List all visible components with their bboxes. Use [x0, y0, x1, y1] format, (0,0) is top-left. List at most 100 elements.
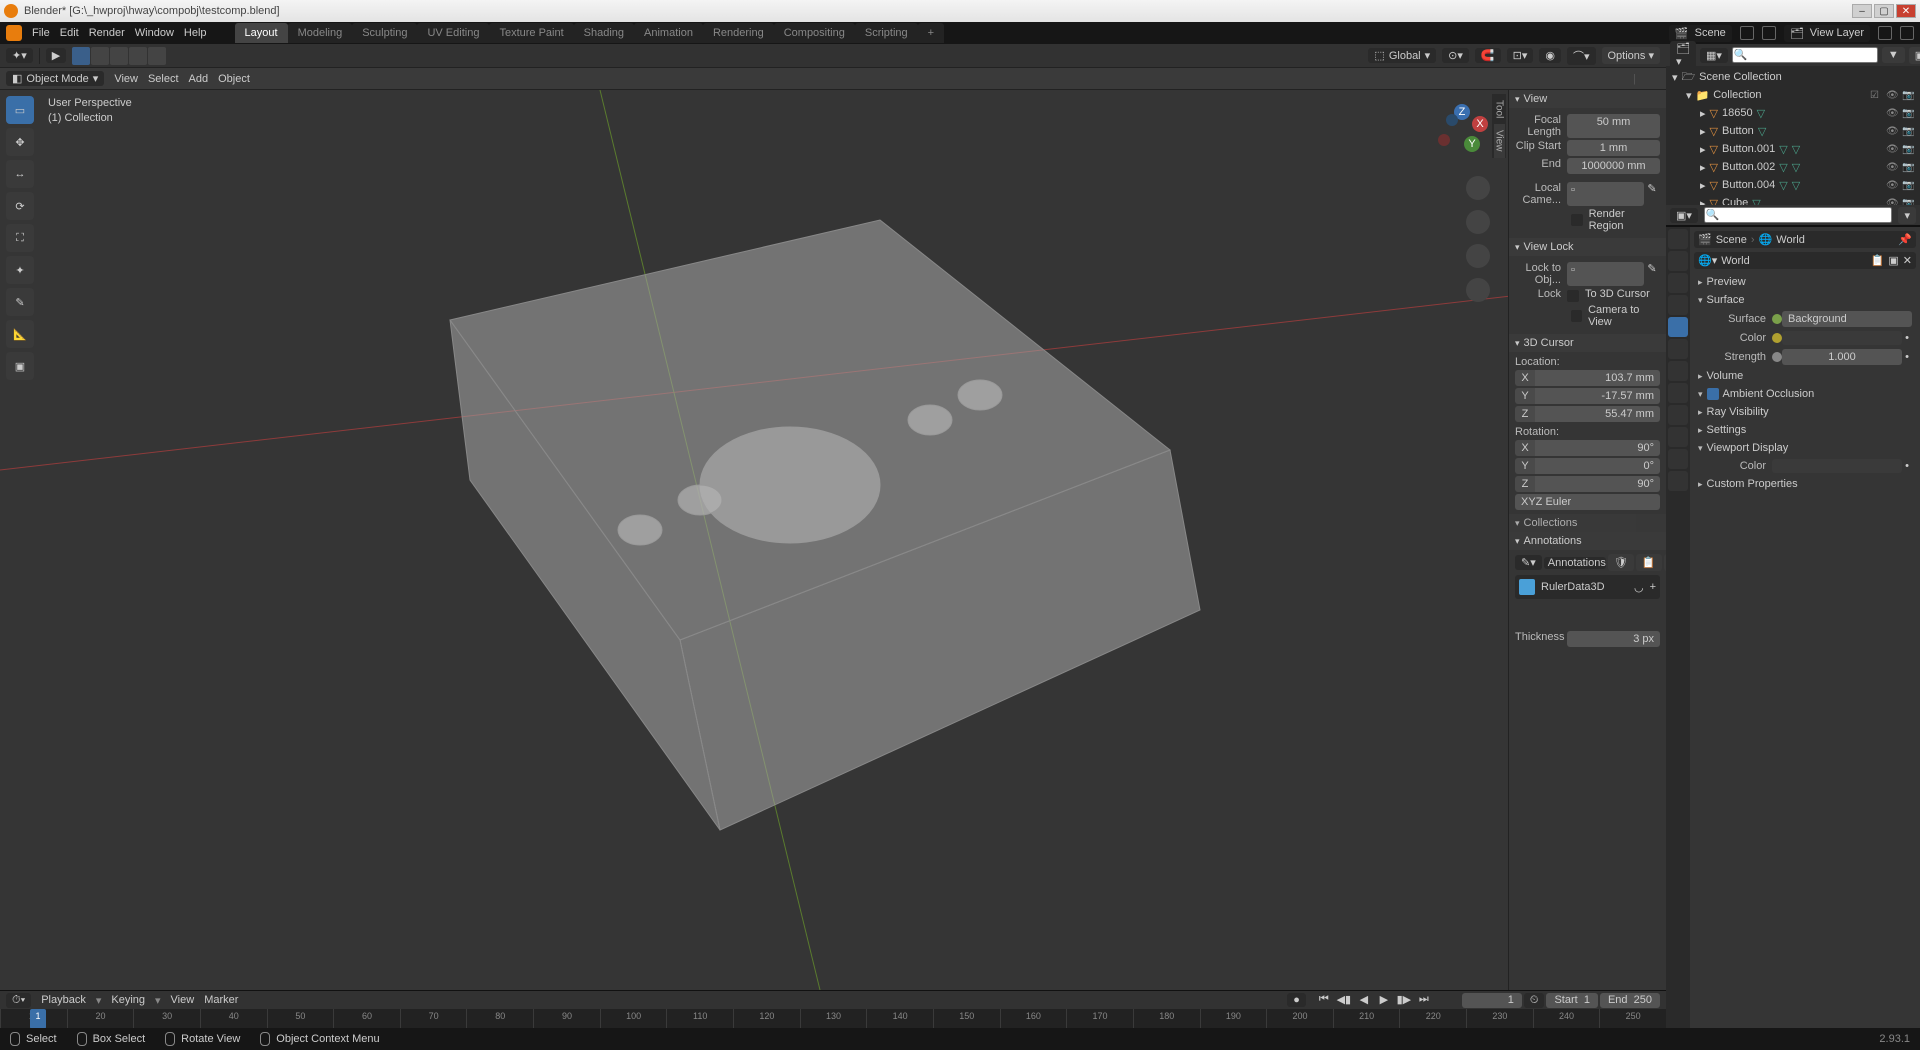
disable-render-icon[interactable]: 📷: [1902, 198, 1914, 206]
tab-uvediting[interactable]: UV Editing: [417, 23, 489, 43]
scene-new-button[interactable]: [1740, 26, 1754, 40]
pin-icon[interactable]: 📌: [1898, 233, 1912, 246]
hide-icon[interactable]: 👁: [1886, 144, 1898, 155]
menu-select[interactable]: Select: [148, 73, 179, 85]
editor-type-selector[interactable]: ✦▾: [6, 48, 33, 63]
hide-icon[interactable]: 👁: [1886, 162, 1898, 173]
current-frame-field[interactable]: 1: [1462, 993, 1522, 1008]
chevron-down-icon[interactable]: ▾: [1672, 71, 1678, 84]
tab-add[interactable]: +: [918, 23, 944, 43]
collection-item[interactable]: Collection: [1713, 89, 1761, 101]
local-camera-picker[interactable]: ▫: [1567, 182, 1644, 206]
menu-add[interactable]: Add: [189, 73, 209, 85]
prop-rayvis-header[interactable]: Ray Visibility: [1694, 403, 1916, 421]
proptab-render[interactable]: [1668, 229, 1688, 249]
select-box-icon[interactable]: [72, 47, 90, 65]
vdisplay-color-swatch[interactable]: [1772, 459, 1902, 473]
outliner-item[interactable]: ▸▽Cube▽👁📷: [1668, 194, 1918, 205]
outliner-item[interactable]: ▸▽Button.001▽▽👁📷: [1668, 140, 1918, 158]
annotation-data-selector[interactable]: ✎▾: [1515, 555, 1542, 570]
cursor-y-value[interactable]: -17.57 mm: [1535, 388, 1660, 404]
minimize-button[interactable]: –: [1852, 4, 1872, 18]
annotation-layer-add-icon[interactable]: +: [1650, 581, 1656, 593]
lock-object-eyedrop-icon[interactable]: ✎: [1644, 262, 1660, 286]
annotation-fake-user-icon[interactable]: 🛡: [1608, 554, 1634, 571]
disable-render-icon[interactable]: 📷: [1902, 90, 1914, 101]
tab-layout[interactable]: Layout: [235, 23, 288, 43]
npanel-tab-tool[interactable]: Tool: [1494, 94, 1505, 124]
timeline-playback[interactable]: Playback: [41, 994, 86, 1006]
viewlayer-delete-button[interactable]: [1900, 26, 1914, 40]
proptab-physics[interactable]: [1668, 405, 1688, 425]
focal-length-value[interactable]: 50 mm: [1567, 114, 1660, 138]
outliner-item-name[interactable]: 18650: [1722, 107, 1753, 119]
outliner-item[interactable]: ▸▽Button.002▽▽👁📷: [1668, 158, 1918, 176]
outliner-item-name[interactable]: Button.004: [1722, 179, 1775, 191]
perspective-toggle-icon[interactable]: [1466, 278, 1490, 302]
hide-icon[interactable]: 👁: [1886, 108, 1898, 119]
outliner-item-name[interactable]: Button: [1722, 125, 1754, 137]
jump-start-icon[interactable]: ⏮: [1316, 993, 1332, 1007]
tool-move[interactable]: ↔: [6, 160, 34, 188]
3d-viewport[interactable]: ▭ ✥ ↔ ⟳ ⛶ ✦ ✎ 📐 ▣ User Perspective (1) C…: [0, 90, 1666, 990]
prop-surface-header[interactable]: Surface: [1694, 291, 1916, 309]
proptab-output[interactable]: [1668, 251, 1688, 271]
annotation-new-icon[interactable]: 📋: [1636, 554, 1662, 571]
start-frame-field[interactable]: Start 1: [1546, 993, 1597, 1008]
viewlayer-new-button[interactable]: [1878, 26, 1892, 40]
annotation-data-name[interactable]: Annotations: [1544, 557, 1606, 569]
proptab-data[interactable]: [1668, 449, 1688, 469]
cursor-rx-value[interactable]: 90°: [1535, 440, 1660, 456]
cursor-z-value[interactable]: 55.47 mm: [1535, 406, 1660, 422]
tool-transform[interactable]: ✦: [6, 256, 34, 284]
menu-render[interactable]: Render: [89, 27, 125, 39]
outliner-item-name[interactable]: Button.001: [1722, 143, 1775, 155]
color-link-icon[interactable]: •: [1902, 332, 1912, 344]
clip-end-value[interactable]: 1000000 mm: [1567, 158, 1660, 174]
prop-settings-header[interactable]: Settings: [1694, 421, 1916, 439]
lock-3dcursor-checkbox[interactable]: [1567, 290, 1579, 302]
proptab-object[interactable]: [1668, 339, 1688, 359]
tool-select-box[interactable]: ▭: [6, 96, 34, 124]
npanel-3dcursor-header[interactable]: 3D Cursor: [1509, 334, 1666, 352]
outliner-filter-icon[interactable]: ▼: [1882, 47, 1905, 63]
play-icon[interactable]: ▶: [1376, 993, 1392, 1007]
tab-texturepaint[interactable]: Texture Paint: [489, 23, 573, 43]
annotation-layer-visibility-icon[interactable]: ◡: [1634, 581, 1644, 594]
proportional-edit[interactable]: ◉: [1539, 48, 1561, 63]
outliner-item-name[interactable]: Button.002: [1722, 161, 1775, 173]
breadcrumb-world[interactable]: World: [1776, 234, 1805, 246]
frame-range-icon[interactable]: ⏲: [1524, 993, 1545, 1008]
cursor-tool-icon[interactable]: ▶: [46, 48, 66, 63]
tool-addcube[interactable]: ▣: [6, 352, 34, 380]
color-node-dot[interactable]: [1772, 333, 1782, 343]
scene-delete-button[interactable]: [1762, 26, 1776, 40]
world-name[interactable]: World: [1721, 255, 1866, 267]
ao-checkbox[interactable]: [1707, 388, 1719, 400]
clip-start-value[interactable]: 1 mm: [1567, 140, 1660, 156]
prop-custom-header[interactable]: Custom Properties: [1694, 475, 1916, 493]
scene-collection[interactable]: Scene Collection: [1699, 71, 1782, 83]
proportional-falloff[interactable]: ⌒▾: [1567, 47, 1596, 65]
world-unlink-icon[interactable]: ✕: [1903, 254, 1912, 267]
cursor-x-value[interactable]: 103.7 mm: [1535, 370, 1660, 386]
play-reverse-icon[interactable]: ◀: [1356, 993, 1372, 1007]
keyframe-prev-icon[interactable]: ◀▮: [1336, 993, 1352, 1007]
strength-link-icon[interactable]: •: [1902, 351, 1912, 363]
outliner-editor-type[interactable]: ▣▾: [1670, 208, 1698, 223]
end-frame-field[interactable]: End 250: [1600, 993, 1660, 1008]
outliner-new-collection-icon[interactable]: ▣: [1909, 47, 1920, 64]
menu-object[interactable]: Object: [218, 73, 250, 85]
timeline-ruler[interactable]: 1020304050607080901001101201301401501601…: [0, 1009, 1666, 1029]
npanel-view-header[interactable]: View: [1509, 90, 1666, 108]
cursor-rotation-mode[interactable]: XYZ Euler: [1515, 494, 1660, 510]
chevron-right-icon[interactable]: ▸: [1700, 125, 1706, 138]
outliner-item[interactable]: ▸▽18650▽👁📷: [1668, 104, 1918, 122]
restore-button[interactable]: ▢: [1874, 4, 1894, 18]
proptab-world[interactable]: [1668, 317, 1688, 337]
npanel-viewlock-header[interactable]: View Lock: [1509, 238, 1666, 256]
surface-color-swatch[interactable]: [1782, 331, 1902, 345]
close-button[interactable]: ✕: [1896, 4, 1916, 18]
cursor-ry-value[interactable]: 0°: [1535, 458, 1660, 474]
mode-selector[interactable]: ◧ Object Mode ▾: [6, 71, 104, 86]
